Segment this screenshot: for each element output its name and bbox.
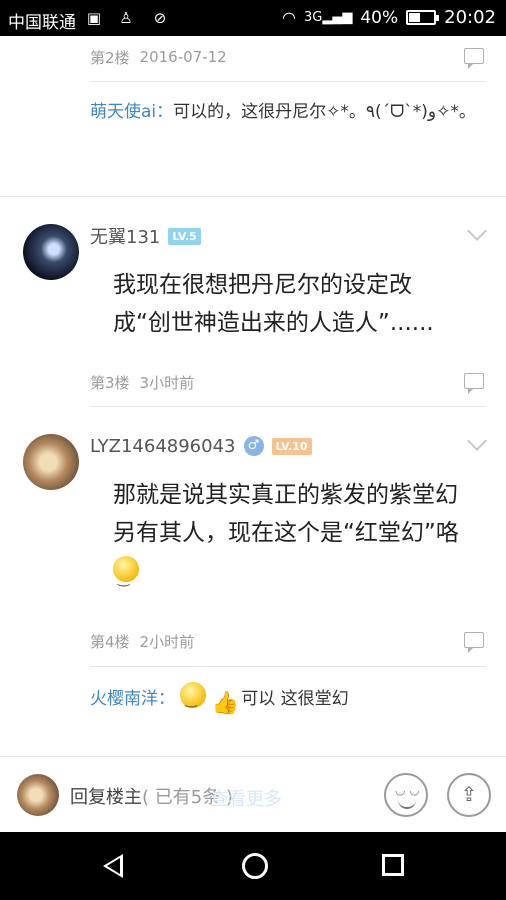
home-icon[interactable] (242, 853, 268, 879)
chevron-down-icon[interactable] (467, 431, 487, 451)
floor3-meta: 第3楼 3小时前 (90, 367, 486, 397)
comment-icon[interactable] (464, 373, 484, 394)
reply-to-op-button[interactable]: 回复楼主( 已有5条 ) (70, 783, 233, 809)
thumbs-up-icon (212, 690, 236, 718)
reply-username[interactable]: 萌天使ai (90, 102, 156, 122)
recent-apps-icon[interactable] (382, 854, 404, 876)
notification-icon: ♙ (119, 9, 133, 27)
post-time: 2小时前 (139, 632, 195, 651)
system-nav-bar (0, 832, 506, 900)
back-icon[interactable] (103, 854, 123, 878)
post-time: 2016-07-12 (139, 48, 227, 66)
comment-icon[interactable] (464, 48, 484, 69)
floor-number: 第4楼 (90, 632, 130, 651)
divider (90, 81, 486, 82)
post-body: 我现在很想把丹尼尔的设定改成“创世神造出来的人造人”...... (113, 272, 434, 336)
share-icon[interactable]: ⇪ (447, 773, 491, 817)
smile-emoji-icon (180, 682, 207, 714)
status-bar: 中国联通 ▣ ♙ ⊘ ◠ 3G▂▄▆ 40% 20:02 (0, 0, 506, 36)
avatar[interactable] (23, 434, 79, 490)
block-icon: ⊘ (153, 9, 167, 27)
post-author: 无翼131 LV.5 (90, 223, 201, 249)
image-icon: ▣ (86, 9, 102, 27)
reply-text: 可以 这很堂幻 (241, 689, 349, 709)
thread-content: 第2楼 2016-07-12 萌天使ai：可以的，这很丹尼尔✧*。٩(ˊᗜˋ*)… (0, 36, 506, 756)
username[interactable]: LYZ1464896043 (90, 436, 236, 457)
level-badge: LV.10 (271, 437, 312, 455)
avatar[interactable] (23, 224, 79, 280)
status-right: ◠ 3G▂▄▆ 40% 20:02 (282, 7, 496, 28)
comment-icon[interactable] (464, 632, 484, 653)
reply-bar: 回复楼主( 已有5条 ) 查看更多 ⇪ (0, 756, 506, 832)
floor4-meta: 第4楼 2小时前 (90, 626, 486, 656)
wifi-icon: ◠ (282, 8, 296, 27)
chevron-down-icon[interactable] (467, 221, 487, 241)
post-author: LYZ1464896043 ♂ LV.10 (90, 433, 312, 459)
carrier-name: 中国联通 (8, 13, 76, 33)
emoji-face-icon[interactable] (384, 773, 428, 817)
post-divider (90, 406, 486, 407)
avatar[interactable] (17, 774, 59, 816)
reply-text: 可以的，这很丹尼尔✧*。٩(ˊᗜˋ*)و✧*。 (173, 102, 476, 122)
clock: 20:02 (444, 7, 496, 28)
male-icon: ♂ (243, 436, 264, 456)
smile-emoji-icon (113, 556, 139, 598)
level-badge: LV.5 (168, 227, 201, 245)
floor-number: 第2楼 (90, 48, 130, 67)
username[interactable]: 无翼131 (90, 223, 160, 249)
battery-icon (406, 10, 440, 25)
divider (90, 666, 486, 667)
post-time: 3小时前 (139, 373, 195, 392)
reply-username[interactable]: 火樱南洋 (90, 689, 158, 709)
post-divider (0, 196, 506, 197)
floor-number: 第3楼 (90, 373, 130, 392)
signal-icon: 3G▂▄▆ (303, 10, 353, 25)
sub-reply[interactable]: 火樱南洋： 可以 这很堂幻 (90, 682, 486, 718)
ghost-text: 查看更多 (210, 789, 282, 810)
sub-reply[interactable]: 萌天使ai：可以的，这很丹尼尔✧*。٩(ˊᗜˋ*)و✧*。 (90, 98, 486, 126)
post-body: 那就是说其实真正的紫发的紫堂幻另有其人，现在这个是“红堂幻”咯 (113, 476, 466, 598)
battery-percent: 40% (360, 7, 399, 28)
floor2-meta: 第2楼 2016-07-12 (90, 42, 486, 72)
